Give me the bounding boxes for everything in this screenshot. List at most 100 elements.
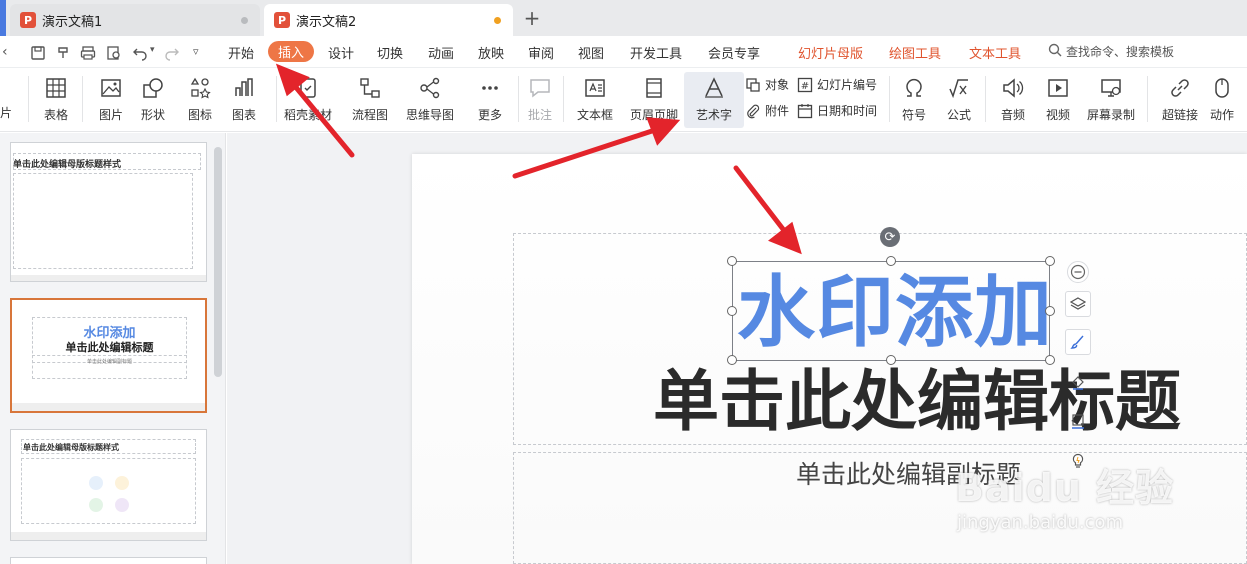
- chart-icon: [235, 78, 253, 96]
- icon-gallery-icon: [190, 77, 211, 99]
- watermark-url: jingyan.baidu.com: [957, 512, 1124, 533]
- outline-button[interactable]: [1065, 408, 1091, 434]
- format-painter-icon[interactable]: [56, 45, 72, 61]
- insert-ribbon: 片 表格 图片 形状 图标 图表 稻壳素材 流程图 思维导图 更多 批注 文本框…: [0, 68, 1247, 132]
- unsaved-dot[interactable]: [494, 16, 501, 24]
- mindmap-label: 思维导图: [405, 108, 454, 122]
- comment-button: 批注: [510, 72, 570, 128]
- menu-slideshow[interactable]: 放映: [478, 43, 504, 62]
- flowchart-button[interactable]: 流程图: [340, 72, 400, 128]
- menu-design[interactable]: 设计: [328, 43, 354, 62]
- layers-icon: [1070, 297, 1086, 310]
- search-placeholder: 查找命令、搜索模板: [1066, 45, 1175, 59]
- menu-text-tools[interactable]: 文本工具: [969, 43, 1021, 62]
- tab-document-2[interactable]: P 演示文稿2: [264, 4, 513, 36]
- paperclip-icon: [747, 104, 760, 118]
- menu-review[interactable]: 审阅: [528, 43, 554, 62]
- material-icon: [300, 78, 316, 98]
- resize-handle[interactable]: [727, 256, 737, 266]
- menu-animation[interactable]: 动画: [428, 43, 454, 62]
- menu-drawing-tools[interactable]: 绘图工具: [889, 43, 941, 62]
- link-icon: [1171, 79, 1189, 97]
- layout-thumbnail-selected[interactable]: 水印添加 单击此处编辑标题 单击此处编辑副标题: [10, 298, 207, 413]
- layout-thumbnail-3[interactable]: 单击此处编辑母版标题样式: [10, 429, 207, 541]
- chevron-left-icon[interactable]: ‹: [2, 44, 8, 60]
- object-button[interactable]: 对象: [745, 76, 789, 93]
- speaker-icon: [1003, 78, 1024, 98]
- menu-bar: ‹ ▾ ▿ 开始 插入 设计 切换 动画 放映 审阅 视图 开发工具 会员专享 …: [0, 36, 1247, 68]
- flowchart-label: 流程图: [351, 108, 388, 122]
- print-preview-icon[interactable]: [106, 45, 122, 61]
- collapse-toolbar-button[interactable]: [1067, 261, 1089, 283]
- command-search[interactable]: 查找命令、搜索模板: [1048, 43, 1174, 60]
- menu-insert[interactable]: 插入: [268, 41, 315, 62]
- layer-button[interactable]: [1065, 291, 1091, 317]
- menu-home[interactable]: 开始: [228, 43, 254, 62]
- tab-document-1[interactable]: P 演示文稿1: [10, 4, 260, 36]
- resize-handle[interactable]: [1045, 306, 1055, 316]
- slide-title[interactable]: 单击此处编辑标题: [653, 360, 1181, 444]
- resize-handle[interactable]: [727, 306, 737, 316]
- ribbon-partial-label[interactable]: 片: [0, 104, 12, 121]
- save-icon[interactable]: [30, 45, 46, 61]
- formula-button[interactable]: 公式: [929, 72, 989, 128]
- tab-close-dot[interactable]: [241, 16, 248, 24]
- thumb-title: 单击此处编辑标题: [65, 341, 154, 354]
- chart-label: 图表: [231, 108, 256, 122]
- redo-icon: [165, 48, 179, 61]
- thumb-table-icon: [89, 498, 103, 512]
- ribbon-separator: [1147, 76, 1148, 122]
- material-button[interactable]: 稻壳素材: [278, 72, 338, 128]
- video-label: 视频: [1045, 108, 1070, 122]
- format-brush-button[interactable]: [1065, 329, 1091, 355]
- resize-handle[interactable]: [1045, 256, 1055, 266]
- resize-handle[interactable]: [727, 355, 737, 365]
- video-button[interactable]: 视频: [1028, 72, 1088, 128]
- undo-icon[interactable]: [132, 45, 148, 61]
- thumbnail-scrollbar[interactable]: [214, 147, 222, 377]
- resize-handle[interactable]: [1045, 355, 1055, 365]
- brush-icon: [1070, 335, 1084, 349]
- tab-title: 演示文稿1: [42, 14, 103, 30]
- attachment-button[interactable]: 附件: [745, 102, 789, 119]
- wordart-label: 艺术字: [695, 108, 732, 122]
- print-icon[interactable]: [80, 45, 96, 61]
- wordart-button[interactable]: 艺术字: [684, 72, 744, 128]
- layout-thumbnail-4[interactable]: [10, 557, 207, 564]
- textbox-button[interactable]: 文本框: [565, 72, 625, 128]
- search-icon: [1048, 43, 1062, 57]
- object-icon: [746, 77, 760, 92]
- mindmap-button[interactable]: 思维导图: [400, 72, 460, 128]
- menu-slide-master[interactable]: 幻灯片母版: [798, 43, 863, 62]
- new-tab-plus-icon[interactable]: +: [522, 6, 542, 30]
- table-button[interactable]: 表格: [26, 72, 86, 128]
- datetime-button[interactable]: 日期和时间: [797, 102, 877, 119]
- symbol-label: 符号: [901, 108, 926, 122]
- chart-button[interactable]: 图表: [214, 72, 274, 128]
- menu-transition[interactable]: 切换: [377, 43, 403, 62]
- customize-toolbar-icon[interactable]: ▿: [193, 45, 199, 58]
- object-label: 对象: [765, 78, 790, 92]
- rotate-handle-icon[interactable]: ⟳: [880, 227, 900, 247]
- menu-membership[interactable]: 会员专享: [708, 43, 760, 62]
- action-button[interactable]: 动作: [1197, 72, 1247, 128]
- menu-view[interactable]: 视图: [578, 43, 604, 62]
- table-label: 表格: [43, 108, 68, 122]
- header-footer-button[interactable]: 页眉页脚: [624, 72, 684, 128]
- header-footer-label: 页眉页脚: [629, 108, 678, 122]
- wordart-text[interactable]: 水印添加: [737, 270, 1053, 356]
- attachment-label: 附件: [765, 104, 790, 118]
- fill-button[interactable]: [1065, 369, 1091, 395]
- app-edge: [0, 0, 6, 36]
- menu-developer[interactable]: 开发工具: [630, 43, 682, 62]
- slide-number-button[interactable]: # 幻灯片编号: [797, 76, 877, 93]
- resize-handle[interactable]: [886, 355, 896, 365]
- undo-dropdown-icon[interactable]: ▾: [150, 45, 155, 55]
- screen-record-button[interactable]: 屏幕录制: [1081, 72, 1141, 128]
- master-thumbnail[interactable]: 单击此处编辑母版标题样式: [10, 142, 207, 282]
- video-icon: [1048, 79, 1068, 97]
- thumb-body-placeholder: [21, 458, 196, 524]
- slide-thumbnail-panel[interactable]: 单击此处编辑母版标题样式 水印添加 单击此处编辑标题 单击此处编辑副标题 单击此…: [0, 133, 226, 564]
- fill-bucket-icon: [1072, 376, 1084, 390]
- resize-handle[interactable]: [886, 256, 896, 266]
